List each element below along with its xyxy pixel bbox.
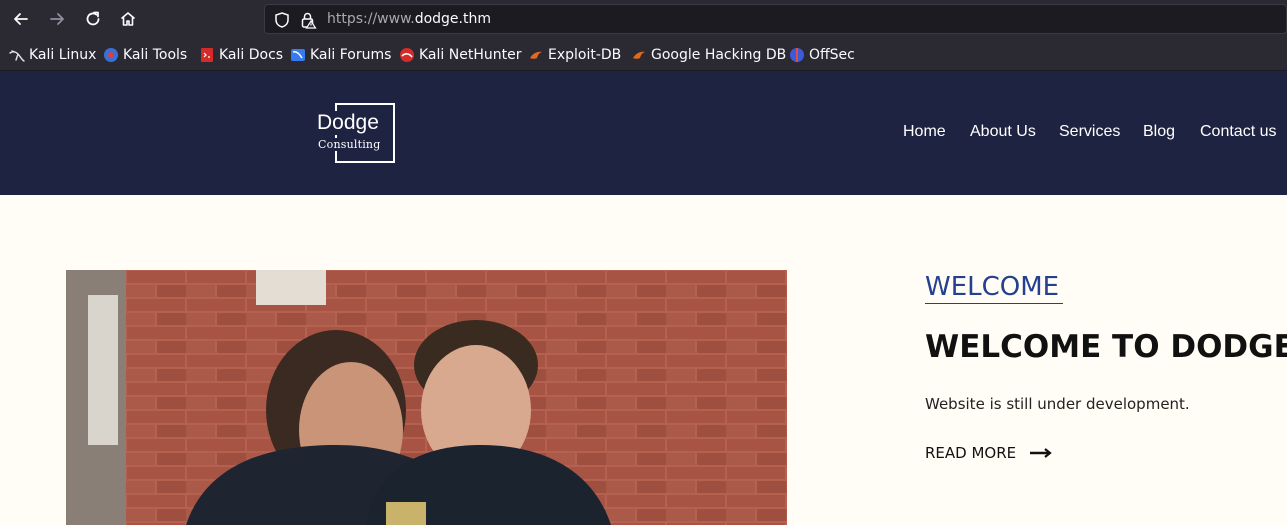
bookmark-label: Kali Tools <box>123 47 188 63</box>
welcome-link[interactable]: WELCOME <box>925 271 1064 304</box>
ghdb-icon <box>631 47 647 63</box>
bookmark-google-hacking-db[interactable]: Google Hacking DB <box>631 46 786 64</box>
nethunter-icon <box>399 47 415 63</box>
arrow-right-icon <box>1030 448 1052 458</box>
reload-icon[interactable] <box>80 7 106 31</box>
site-header: Dodge Consulting Home About Us Services … <box>0 71 1287 195</box>
nav-blog[interactable]: Blog <box>1143 123 1175 141</box>
nav-contact-us[interactable]: Contact us <box>1200 123 1276 141</box>
bookmark-label: Kali NetHunter <box>419 47 522 63</box>
url-prefix: https://www. <box>327 11 415 27</box>
bookmark-label: OffSec <box>809 47 855 63</box>
bookmark-label: Google Hacking DB <box>651 47 787 63</box>
home-icon[interactable] <box>115 7 141 31</box>
url-bar[interactable]: https://www.dodge.thm <box>264 4 1287 34</box>
bookmark-kali-linux[interactable]: Kali Linux <box>9 46 96 64</box>
exploit-db-icon <box>528 47 544 63</box>
nav-home[interactable]: Home <box>903 123 946 141</box>
bookmark-kali-forums[interactable]: Kali Forums <box>290 46 391 64</box>
read-more-link[interactable]: READ MORE <box>925 444 1052 462</box>
url-host: dodge.thm <box>414 11 491 27</box>
kali-forums-icon <box>290 47 306 63</box>
bookmark-label: Kali Linux <box>29 47 97 63</box>
bookmark-kali-docs[interactable]: Kali Docs <box>199 46 283 64</box>
forward-icon[interactable] <box>44 7 70 31</box>
offsec-icon <box>789 47 805 63</box>
bookmark-label: Kali Forums <box>310 47 392 63</box>
hero-description: Website is still under development. <box>925 395 1190 413</box>
tracking-shield-icon[interactable] <box>273 11 291 29</box>
browser-toolbar: https://www.dodge.thm <box>0 0 1287 38</box>
bookmark-label: Exploit-DB <box>548 47 622 63</box>
bookmark-exploit-db[interactable]: Exploit-DB <box>528 46 621 64</box>
read-more-label: READ MORE <box>925 444 1017 462</box>
bookmark-kali-nethunter[interactable]: Kali NetHunter <box>399 46 521 64</box>
bookmark-offsec[interactable]: OffSec <box>789 46 855 64</box>
logo-subtitle[interactable]: Consulting <box>318 138 381 151</box>
insecure-lock-icon[interactable] <box>299 11 317 29</box>
bookmark-kali-tools[interactable]: Kali Tools <box>103 46 187 64</box>
bookmarks-bar: Kali Linux Kali Tools Kali Docs Kali For… <box>0 38 1287 71</box>
nav-services[interactable]: Services <box>1059 123 1120 141</box>
kali-docs-icon <box>199 47 215 63</box>
url-text[interactable]: https://www.dodge.thm <box>327 11 491 27</box>
logo-title[interactable]: Dodge <box>317 111 380 135</box>
kali-tools-icon <box>103 47 119 63</box>
hero-photo <box>66 270 787 525</box>
back-icon[interactable] <box>8 7 34 31</box>
kali-dragon-icon <box>9 47 25 63</box>
nav-about-us[interactable]: About Us <box>970 123 1036 141</box>
bookmark-label: Kali Docs <box>219 47 284 63</box>
hero-heading: WELCOME TO DODGE <box>925 329 1287 365</box>
